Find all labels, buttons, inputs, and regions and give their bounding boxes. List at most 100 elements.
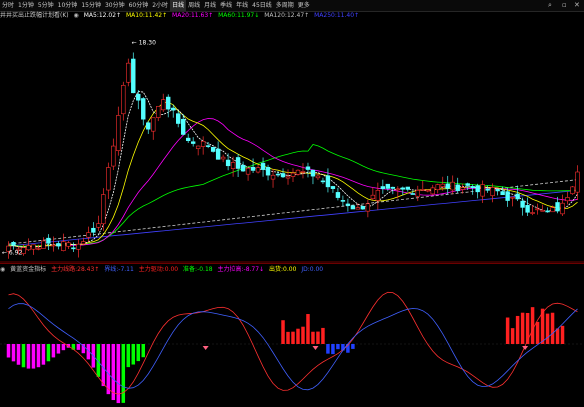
indicator-bar xyxy=(525,312,530,344)
close-icon[interactable]: ✕ xyxy=(574,0,580,11)
main-line-value: 主力线路:28.43↑ xyxy=(51,266,100,273)
period-tab-15[interactable]: 更多 xyxy=(296,0,312,11)
ma20-line xyxy=(8,118,578,248)
period-tab-9[interactable]: 周线 xyxy=(186,0,202,11)
candle-body xyxy=(180,118,186,135)
period-tab-14[interactable]: 多周期 xyxy=(274,0,296,11)
candle-body xyxy=(131,58,136,94)
main-drive-value: 主力驱动:0.00 xyxy=(138,266,179,273)
candle-body xyxy=(270,174,276,180)
candle-body xyxy=(520,200,525,208)
candle-body xyxy=(365,203,371,212)
candle-body xyxy=(121,85,126,115)
candle-body xyxy=(210,146,216,152)
candle-body xyxy=(555,202,560,212)
period-tab-13[interactable]: 45日线 xyxy=(250,0,274,11)
candle-body xyxy=(470,186,475,189)
indicator-bar xyxy=(351,344,355,349)
settings-icon[interactable]: ◉ xyxy=(0,266,5,273)
candle-body xyxy=(280,173,286,178)
candle-body xyxy=(126,62,131,83)
indicator-bar xyxy=(336,344,340,350)
indicator-bar xyxy=(510,328,515,344)
candle-body xyxy=(320,180,326,183)
candle-body xyxy=(225,159,231,167)
candle-body xyxy=(465,183,470,186)
period-tab-2[interactable]: 5分钟 xyxy=(36,0,56,11)
search-icon[interactable]: ⌕ xyxy=(548,0,552,11)
candle-body xyxy=(66,242,71,247)
candle-body xyxy=(166,96,171,110)
candle-body xyxy=(265,166,271,176)
candle-body xyxy=(71,247,76,250)
settings-icon[interactable]: ◉ xyxy=(74,12,79,19)
candle-body xyxy=(340,200,346,202)
candle-body xyxy=(51,244,56,247)
indicator-bar xyxy=(316,331,320,344)
candle-body xyxy=(275,173,281,176)
candle-body xyxy=(141,98,146,120)
indicator-bar xyxy=(311,331,315,344)
candle-body xyxy=(515,193,520,200)
indicator-bar xyxy=(136,344,141,362)
indicator-bar xyxy=(26,344,31,369)
candle-body xyxy=(390,186,396,189)
candle-body xyxy=(560,202,565,215)
ma20-value: MA20:11.63↑ xyxy=(172,12,214,19)
indicator-bar xyxy=(331,344,335,355)
signal-marker xyxy=(312,346,319,350)
period-tab-6[interactable]: 60分钟 xyxy=(127,0,151,11)
indicator-bar xyxy=(515,315,520,344)
period-tab-7[interactable]: 2小时 xyxy=(150,0,170,11)
period-tab-1[interactable]: 1分钟 xyxy=(16,0,36,11)
period-tab-11[interactable]: 季线 xyxy=(218,0,234,11)
candlestick-chart[interactable]: ← 18.30 ← 6.92 xyxy=(0,21,584,263)
indicator-title[interactable]: 井井买出止跌幅计划看(K) xyxy=(0,12,69,19)
candle-body xyxy=(176,113,181,124)
candle-body xyxy=(11,242,16,246)
candle-body xyxy=(565,197,570,202)
candle-body xyxy=(151,117,156,132)
candle-body xyxy=(111,145,116,167)
candle-body xyxy=(315,175,321,179)
period-tab-4[interactable]: 15分钟 xyxy=(79,0,103,11)
candle-body xyxy=(380,186,386,189)
candle-body xyxy=(370,194,376,200)
candle-body xyxy=(31,244,36,250)
indicator-bar xyxy=(306,314,310,344)
candle-body xyxy=(41,240,46,249)
candle-body xyxy=(450,181,455,191)
candle-body xyxy=(96,223,101,228)
candle-body xyxy=(405,186,410,190)
indicator-bar xyxy=(550,312,555,344)
candle-body xyxy=(350,205,356,210)
period-tab-12[interactable]: 年线 xyxy=(234,0,250,11)
low-price-label: ← 6.92 xyxy=(2,249,22,256)
candle-body xyxy=(161,99,166,111)
candle-body xyxy=(230,162,236,169)
sub-indicator-title[interactable]: 黄蓝资金指标 xyxy=(10,266,46,273)
indicator-bar xyxy=(535,321,540,344)
candle-body xyxy=(435,184,440,191)
ma60-value: MA60:11.97↓ xyxy=(218,12,260,19)
candle-body xyxy=(385,183,391,189)
indicator-bar xyxy=(560,325,565,344)
period-tab-8[interactable]: 日线 xyxy=(170,0,187,11)
indicator-bar xyxy=(36,344,41,368)
candle-body xyxy=(295,169,301,175)
indicator-bar xyxy=(520,312,525,344)
candle-body xyxy=(215,148,221,160)
period-tab-3[interactable]: 10分钟 xyxy=(56,0,80,11)
minimize-icon[interactable]: ▫ xyxy=(562,0,567,11)
jd-value: JD:0.00 xyxy=(301,266,324,273)
candle-body xyxy=(190,141,196,144)
candle-body xyxy=(305,166,311,170)
candle-body xyxy=(61,241,66,251)
period-tab-5[interactable]: 30分钟 xyxy=(103,0,127,11)
candle-body xyxy=(171,107,176,111)
high-price-label: ← 18.30 xyxy=(132,40,156,47)
period-tab-0[interactable]: 分时 xyxy=(0,0,16,11)
sub-indicator-chart[interactable] xyxy=(0,274,584,407)
period-tab-10[interactable]: 月线 xyxy=(202,0,218,11)
candle-body xyxy=(240,164,246,172)
